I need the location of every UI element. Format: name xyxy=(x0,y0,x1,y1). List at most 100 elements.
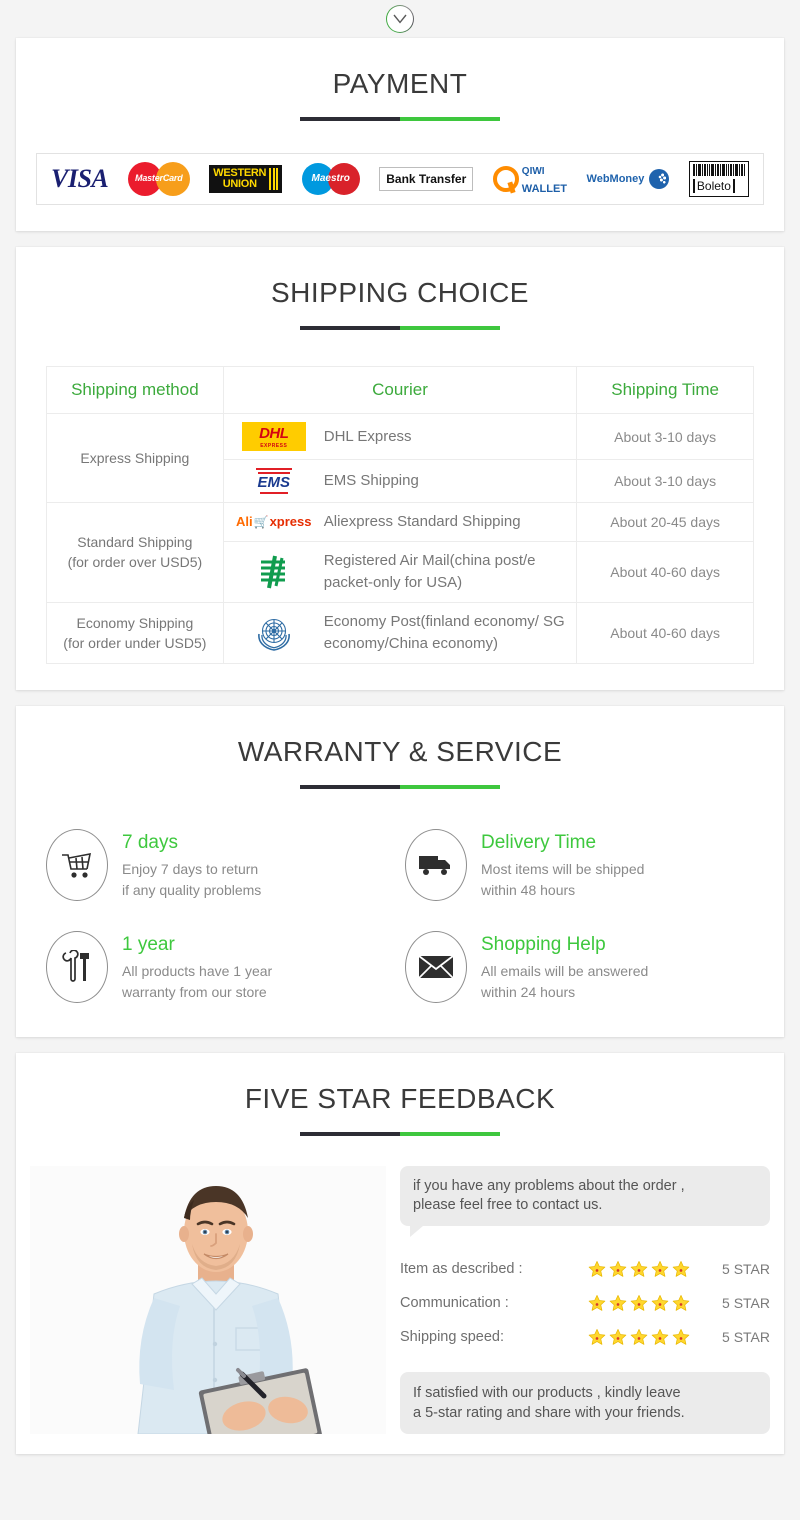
divider-green-half xyxy=(400,326,500,330)
warranty-heading: Delivery Time xyxy=(481,831,597,853)
qiwi-line1: QIWI xyxy=(521,166,545,177)
rating-label: Communication : xyxy=(400,1294,509,1311)
china-post-logo xyxy=(234,552,314,592)
warranty-item-1-year: 1 year All products have 1 year warranty… xyxy=(46,930,395,1003)
western-union-bars xyxy=(269,168,279,190)
courier-label: Aliexpress Standard Shipping xyxy=(323,512,521,530)
header-shipping-time: Shipping Time xyxy=(576,366,754,414)
boleto-label: Boleto xyxy=(692,179,735,193)
mastercard-logo: MasterCard xyxy=(127,159,190,199)
warranty-line1: Enjoy 7 days to return xyxy=(122,860,259,877)
header-courier: Courier xyxy=(222,366,578,414)
tools-icon xyxy=(46,930,108,1003)
divider-dark-half xyxy=(300,1131,400,1136)
courier-cell-dhl: DHL EXPRESS DHL Express xyxy=(222,413,578,460)
star-rating-icons xyxy=(588,1328,708,1346)
shipping-title: SHIPPING CHOICE xyxy=(271,277,529,308)
shipping-table: Shipping method Courier Shipping Time Ex… xyxy=(46,366,754,664)
divider-dark-half xyxy=(300,326,400,330)
warranty-line1: Most items will be shipped xyxy=(481,860,645,877)
payment-title: PAYMENT xyxy=(332,68,468,99)
courier-label: Registered Air Mail(china post/e packet-… xyxy=(323,551,536,591)
visa-logo: VISA xyxy=(51,159,109,199)
method-label: Standard Shipping xyxy=(77,534,193,550)
feedback-body: if you have any problems about the order… xyxy=(30,1165,770,1434)
rating-label: Shipping speed: xyxy=(400,1328,504,1345)
warranty-line2: if any quality problems xyxy=(122,881,262,898)
webmoney-globe-icon xyxy=(649,169,670,189)
courier-label: Economy Post(finland economy/ SG economy… xyxy=(323,612,565,652)
time-cell: About 3-10 days xyxy=(576,459,754,503)
warranty-line2: within 48 hours xyxy=(481,881,576,898)
time-cell: About 20-45 days xyxy=(576,501,754,542)
divider-green-half xyxy=(400,117,500,121)
un-logo xyxy=(234,612,314,654)
warranty-title-divider xyxy=(300,784,500,789)
qiwi-wallet-logo: QIWI WALLET xyxy=(492,159,568,199)
aliexpress-logo: Ali 🛒 xpress xyxy=(236,514,312,529)
payment-logos-strip: VISA MasterCard WESTERN UNION Maestro Ba… xyxy=(36,153,764,205)
smiling-man-with-clipboard-photo xyxy=(30,1165,386,1434)
warranty-line2: within 24 hours xyxy=(481,983,576,1000)
scroll-indicator xyxy=(0,0,800,38)
bubble-line1: if you have any problems about the order… xyxy=(413,1177,685,1194)
envelope-icon xyxy=(405,930,467,1003)
warranty-heading: Shopping Help xyxy=(481,933,606,955)
divider-dark-half xyxy=(300,784,400,789)
shipping-title-divider xyxy=(300,326,500,330)
time-cell: About 3-10 days xyxy=(576,413,754,460)
qiwi-line2: WALLET xyxy=(521,183,568,195)
rating-value: 5 STAR xyxy=(722,1328,770,1345)
table-row: Standard Shipping (for order over USD5) … xyxy=(46,501,754,603)
boleto-barcode-icon xyxy=(692,164,745,176)
product-description-page: PAYMENT VISA MasterCard WESTERN UNION Ma… xyxy=(0,0,800,1484)
maestro-label: Maestro xyxy=(311,173,350,184)
footer-line2: a 5-star rating and share with your frie… xyxy=(413,1404,685,1421)
table-row: Express Shipping DHL EXPRESS DHL Express xyxy=(46,413,754,503)
method-note: (for order under USD5) xyxy=(63,634,207,651)
footer-line1: If satisfied with our products , kindly … xyxy=(413,1384,681,1401)
warranty-line2: warranty from our store xyxy=(122,983,267,1000)
rating-request-box: If satisfied with our products , kindly … xyxy=(400,1371,770,1434)
maestro-logo: Maestro xyxy=(301,159,360,199)
method-cell-economy: Economy Shipping (for order under USD5) xyxy=(46,601,224,664)
webmoney-logo: WebMoney xyxy=(587,159,670,199)
courier-label: EMS Shipping xyxy=(323,471,419,489)
method-cell-standard: Standard Shipping (for order over USD5) xyxy=(46,501,224,603)
header-shipping-method: Shipping method xyxy=(46,366,224,414)
courier-cell-aliexpress: Ali 🛒 xpress Aliexpress Standard Shipping xyxy=(222,501,578,542)
divider-dark-half xyxy=(300,117,400,121)
feedback-title: FIVE STAR FEEDBACK xyxy=(244,1082,556,1114)
table-row: Economy Shipping (for order under USD5) xyxy=(46,601,754,664)
chevron-down-icon[interactable] xyxy=(386,5,414,33)
warranty-items-grid: 7 days Enjoy 7 days to return if any qua… xyxy=(46,828,754,1003)
visa-label: VISA xyxy=(51,164,109,193)
ems-logo: EMS xyxy=(234,468,314,494)
warranty-line1: All products have 1 year xyxy=(122,962,273,979)
courier-cell-economy-post: Economy Post(finland economy/ SG economy… xyxy=(222,601,578,664)
rating-row-shipping-speed: Shipping speed: 5 STAR xyxy=(400,1320,770,1354)
method-cell-express: Express Shipping xyxy=(46,413,224,503)
rating-row-item-as-described: Item as described : 5 STAR xyxy=(400,1252,770,1286)
method-label: Economy Shipping xyxy=(76,614,194,631)
table-header-row: Shipping method Courier Shipping Time xyxy=(46,366,754,414)
webmoney-label: WebMoney xyxy=(586,173,645,185)
method-note: (for order over USD5) xyxy=(67,554,203,570)
warranty-title: WARRANTY & SERVICE xyxy=(237,735,563,767)
shipping-section: SHIPPING CHOICE Shipping method Courier … xyxy=(16,247,784,690)
warranty-line1: All emails will be answered xyxy=(481,962,649,979)
qiwi-q-mark xyxy=(492,166,519,192)
feedback-section: FIVE STAR FEEDBACK if you have any probl… xyxy=(16,1052,784,1454)
rating-row-communication: Communication : 5 STAR xyxy=(400,1286,770,1320)
ratings-list: Item as described : 5 STAR Communication… xyxy=(400,1252,770,1354)
divider-green-half xyxy=(400,1131,500,1136)
courier-label: DHL Express xyxy=(323,427,412,445)
courier-cell-china-post: Registered Air Mail(china post/e packet-… xyxy=(222,540,578,603)
rating-value: 5 STAR xyxy=(722,1294,770,1311)
mastercard-label: MasterCard xyxy=(135,173,183,183)
warranty-item-shopping-help: Shopping Help All emails will be answere… xyxy=(405,930,754,1003)
warranty-heading: 1 year xyxy=(122,933,175,955)
bank-transfer-label: Bank Transfer xyxy=(379,167,474,191)
contact-speech-bubble: if you have any problems about the order… xyxy=(400,1165,770,1237)
rating-label: Item as described : xyxy=(400,1260,523,1277)
